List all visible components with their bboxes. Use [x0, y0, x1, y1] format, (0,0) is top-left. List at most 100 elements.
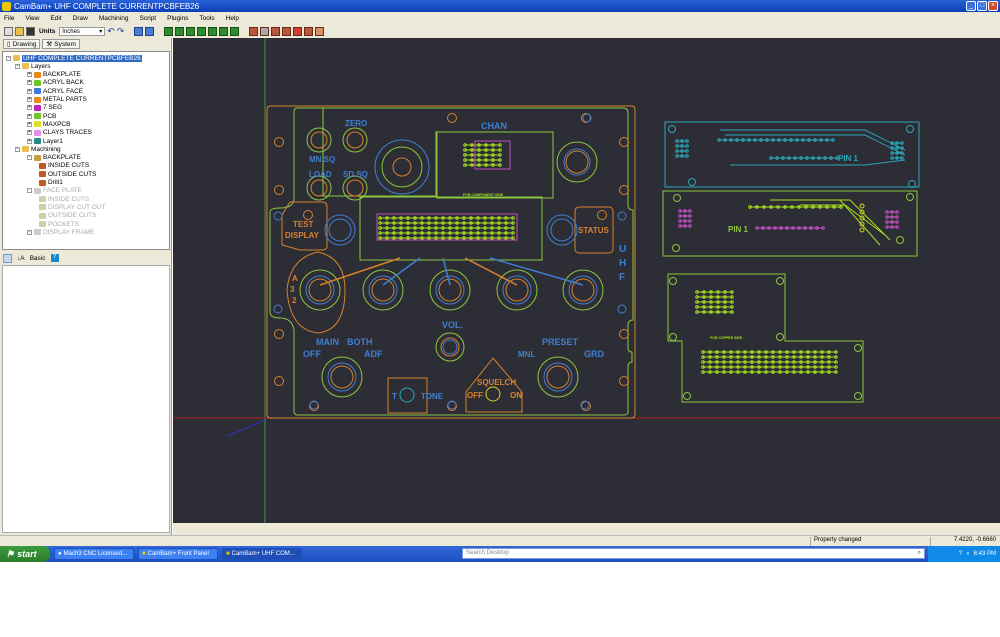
- expand-icon[interactable]: +: [27, 72, 32, 78]
- menu-machining[interactable]: Machining: [99, 15, 129, 22]
- categorized-icon[interactable]: [3, 253, 12, 263]
- tree-node-label: BACKPLATE: [43, 154, 81, 162]
- search-icon[interactable]: ⌕: [918, 549, 921, 558]
- tree-layer[interactable]: + ACRYL BACK: [27, 79, 84, 87]
- collapse-icon[interactable]: -: [15, 63, 20, 69]
- menu-plugins[interactable]: Plugins: [167, 15, 188, 22]
- collapse-icon[interactable]: -: [6, 55, 11, 61]
- tree-part[interactable]: - BACKPLATE: [27, 154, 81, 162]
- tree-part[interactable]: - FACE PLATE: [27, 187, 82, 195]
- expand-icon[interactable]: +: [27, 105, 32, 111]
- expand-icon[interactable]: +: [27, 88, 32, 94]
- tree-node-label: INSIDE CUTS: [48, 162, 90, 170]
- tree-layer[interactable]: + Layer1: [27, 137, 63, 145]
- task-mach3[interactable]: ● Mach3 CNC Licensed...: [54, 548, 134, 560]
- tab-system[interactable]: ⚒ System: [42, 39, 80, 49]
- help-tray-icon[interactable]: ?: [959, 551, 962, 557]
- new-file-icon[interactable]: [4, 27, 13, 36]
- save-icon[interactable]: [26, 27, 35, 36]
- tree-operation[interactable]: INSIDE CUTS: [39, 195, 89, 203]
- tree-layer[interactable]: + CLAYS TRACES: [27, 129, 92, 137]
- tree-operation[interactable]: OUTSIDE CUTS: [39, 170, 96, 178]
- minimize-button[interactable]: _: [966, 1, 976, 11]
- open-folder-icon[interactable]: [15, 27, 24, 36]
- expand-icon[interactable]: +: [27, 130, 32, 136]
- menu-tools[interactable]: Tools: [199, 15, 214, 22]
- draw-polyline-icon[interactable]: [164, 27, 174, 36]
- mach3-icon: ●: [58, 551, 62, 557]
- drawing-canvas[interactable]: ZERO MN SQ LOAD SD SQ CHAN TEST DISPLAY …: [173, 38, 1000, 523]
- 3d-profile-icon[interactable]: [315, 27, 325, 36]
- draw-arc-icon[interactable]: [219, 27, 229, 36]
- redo-icon[interactable]: ↷: [117, 26, 125, 37]
- tree-machining[interactable]: - Machining: [15, 145, 61, 153]
- profile-icon[interactable]: [249, 27, 259, 36]
- operation-icon: [39, 196, 46, 203]
- knob-ring: [305, 275, 335, 305]
- draw-points-icon[interactable]: [186, 27, 196, 36]
- volume-icon[interactable]: ◖: [966, 551, 970, 557]
- knob-ring: [563, 148, 591, 176]
- knob-ring: [346, 179, 364, 197]
- tree-operation[interactable]: DISPLAY CUT OUT: [39, 203, 105, 211]
- units-select[interactable]: Inches ▾: [59, 27, 106, 36]
- draw-surface-icon[interactable]: [230, 27, 240, 36]
- task-cambam-front-panel[interactable]: ■ CamBam+ Front Panel: [138, 548, 218, 560]
- start-label: start: [17, 549, 37, 559]
- expand-icon[interactable]: +: [27, 113, 32, 119]
- operation-icon: [39, 212, 46, 219]
- menu-help[interactable]: Help: [226, 15, 239, 22]
- task-cambam-uhf[interactable]: ■ CamBam+ UHF COM...: [222, 548, 302, 560]
- start-button[interactable]: ⚑ start: [0, 546, 50, 562]
- tree-layer[interactable]: + METAL PARTS: [27, 96, 87, 104]
- expand-icon[interactable]: +: [27, 121, 32, 127]
- expand-icon[interactable]: +: [27, 138, 32, 144]
- cursor-coords: 7.4220, -0.6660: [930, 537, 1000, 546]
- draw-text-icon[interactable]: [208, 27, 218, 36]
- cyan-pcb-outline: [664, 121, 920, 188]
- pocket-icon[interactable]: [260, 27, 270, 36]
- tree-layer[interactable]: + PCB: [27, 112, 56, 120]
- expand-icon[interactable]: +: [27, 97, 32, 102]
- draw-circle-icon[interactable]: [175, 27, 185, 36]
- knob-ring: [371, 278, 395, 302]
- collapse-icon[interactable]: -: [27, 155, 32, 161]
- engrave-icon[interactable]: [282, 27, 292, 36]
- draw-rect-icon[interactable]: [197, 27, 207, 36]
- menu-view[interactable]: View: [25, 15, 39, 22]
- help-icon[interactable]: ?: [50, 254, 59, 262]
- collapse-icon[interactable]: -: [15, 146, 20, 152]
- tree-part[interactable]: + DISPLAY FRAME: [27, 228, 94, 236]
- tree-layers[interactable]: - Layers: [15, 62, 51, 70]
- maximize-button[interactable]: □: [977, 1, 987, 11]
- close-button[interactable]: ×: [988, 1, 998, 11]
- tree-operation[interactable]: POCKETS: [39, 220, 79, 228]
- drill-icon[interactable]: [271, 27, 281, 36]
- tree-operation[interactable]: OUTSIDE CUTS: [39, 212, 96, 220]
- menu-script[interactable]: Script: [139, 15, 156, 22]
- tree-layer[interactable]: + BACKPLATE: [27, 71, 81, 79]
- tree-layer[interactable]: + ACRYL FACE: [27, 87, 83, 95]
- tree-root[interactable]: - UHF COMPLETE CURRENTPCBFEB26: [6, 54, 142, 62]
- menu-edit[interactable]: Edit: [50, 15, 61, 22]
- expand-icon[interactable]: +: [27, 80, 32, 86]
- grid-icon[interactable]: [134, 27, 144, 36]
- lathe-icon[interactable]: [304, 27, 314, 36]
- undo-icon[interactable]: ↶: [107, 26, 115, 37]
- layer-icon: [34, 121, 41, 128]
- menu-draw[interactable]: Draw: [73, 15, 88, 22]
- view-icon[interactable]: [145, 27, 155, 36]
- search-desktop-input[interactable]: Search Desktop ⌕: [462, 548, 925, 559]
- menu-file[interactable]: File: [4, 15, 14, 22]
- sort-alpha-icon[interactable]: ↓A: [17, 255, 25, 262]
- tree-operation[interactable]: Drill1: [39, 179, 63, 187]
- mounting-hole: [309, 400, 319, 410]
- collapse-icon[interactable]: -: [27, 188, 32, 194]
- basic-mode-button[interactable]: Basic: [30, 255, 46, 262]
- expand-icon[interactable]: +: [27, 229, 32, 235]
- tree-layer[interactable]: +7 SEG: [27, 104, 62, 112]
- tab-drawing[interactable]: ▯ Drawing: [3, 39, 41, 49]
- tree-operation[interactable]: INSIDE CUTS: [39, 162, 89, 170]
- generate-gcode-icon[interactable]: [293, 27, 303, 36]
- tree-layer[interactable]: + MAXPCB: [27, 120, 70, 128]
